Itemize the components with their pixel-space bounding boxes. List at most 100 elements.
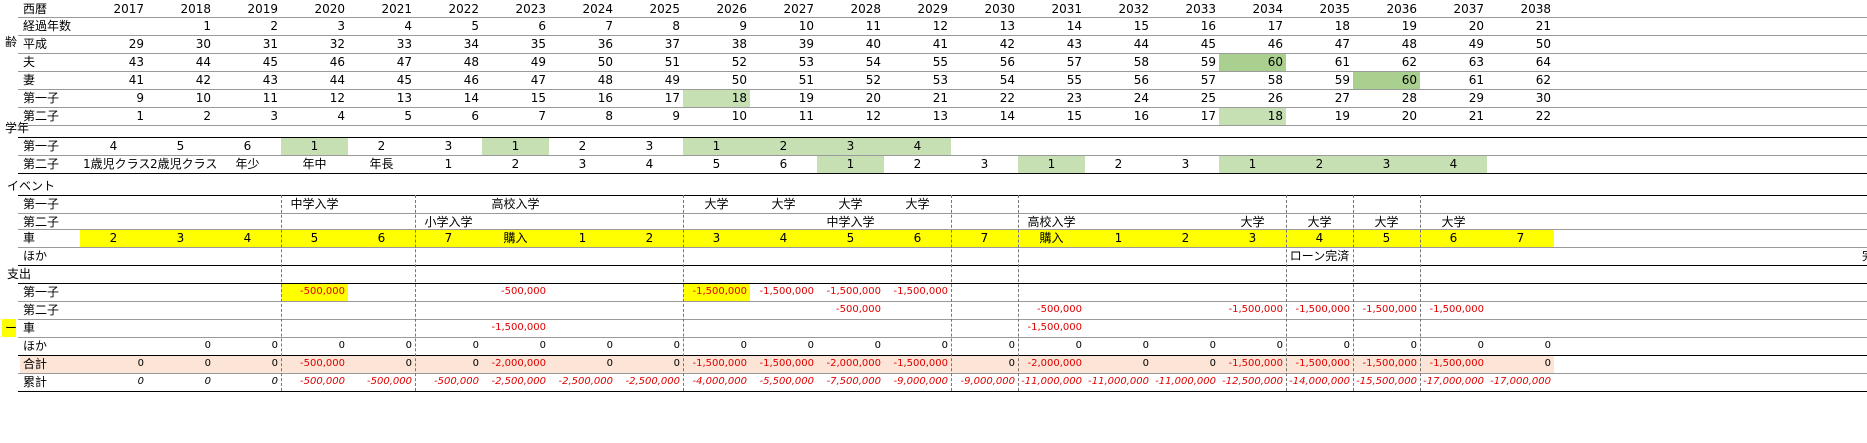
child1-grade-cell[interactable]	[1018, 137, 1085, 155]
year-cell[interactable]: 2031	[1018, 0, 1085, 18]
child2-grade-cell[interactable]: 3	[1152, 155, 1219, 173]
cumulative-expense-cell[interactable]: -17,000,000	[1420, 373, 1487, 391]
total-expense-cell[interactable]: 0	[616, 355, 683, 373]
child1-age-cell[interactable]: 15	[482, 89, 549, 107]
car-expense-cell[interactable]	[817, 319, 884, 337]
heisei-cell[interactable]: 29	[80, 35, 147, 53]
year-cell[interactable]: 2019	[214, 0, 281, 18]
cumulative-expense-cell[interactable]: -9,000,000	[884, 373, 951, 391]
elapsed-cell[interactable]: 15	[1085, 17, 1152, 35]
car-event-cell[interactable]: 2	[616, 229, 683, 247]
year-cell[interactable]: 2018	[147, 0, 214, 18]
car-expense-cell[interactable]	[80, 319, 147, 337]
heisei-cell[interactable]: 34	[415, 35, 482, 53]
other-expense-cell[interactable]: 0	[348, 337, 415, 355]
child1-grade-cell[interactable]: 2	[549, 137, 616, 155]
child1-event-cell[interactable]	[80, 195, 147, 213]
other-event-cell[interactable]	[1152, 247, 1219, 265]
other-event-cell[interactable]	[1353, 247, 1420, 265]
husband-age-cell[interactable]: 54	[817, 53, 884, 71]
child1-event-cell[interactable]	[1353, 195, 1420, 213]
child1-grade-cell[interactable]: 2	[750, 137, 817, 155]
cumulative-expense-cell[interactable]: -2,500,000	[482, 373, 549, 391]
cumulative-expense-cell[interactable]: -14,000,000	[1286, 373, 1353, 391]
child2-grade-cell[interactable]: 2	[482, 155, 549, 173]
elapsed-cell[interactable]: 21	[1487, 17, 1554, 35]
other-expense-cell[interactable]: 0	[884, 337, 951, 355]
child1-event-cell[interactable]	[1085, 195, 1152, 213]
child1-age-cell[interactable]: 19	[750, 89, 817, 107]
child2-age-cell[interactable]: 10	[683, 107, 750, 125]
child2-grade-cell[interactable]: 4	[1420, 155, 1487, 173]
wife-age-cell[interactable]: 47	[482, 71, 549, 89]
cumulative-expense-cell[interactable]: -5,500,000	[750, 373, 817, 391]
child2-expense-cell[interactable]	[884, 301, 951, 319]
other-event-cell[interactable]	[1219, 247, 1286, 265]
total-expense-cell[interactable]: -2,000,000	[817, 355, 884, 373]
wife-age-cell[interactable]: 55	[1018, 71, 1085, 89]
year-cell[interactable]: 2017	[80, 0, 147, 18]
other-event-cell[interactable]	[1420, 247, 1487, 265]
total-expense-cell[interactable]: 0	[1085, 355, 1152, 373]
child1-age-cell[interactable]: 10	[147, 89, 214, 107]
child2-age-cell[interactable]: 2	[147, 107, 214, 125]
other-expense-cell[interactable]	[80, 337, 147, 355]
cumulative-expense-cell[interactable]: -11,000,000	[1018, 373, 1085, 391]
child1-expense-cell[interactable]	[1219, 283, 1286, 301]
child1-event-cell[interactable]	[1152, 195, 1219, 213]
total-expense-cell[interactable]: -1,500,000	[1286, 355, 1353, 373]
child2-expense-cell[interactable]	[147, 301, 214, 319]
cumulative-expense-cell[interactable]: -4,000,000	[683, 373, 750, 391]
heisei-cell[interactable]: 50	[1487, 35, 1554, 53]
child1-grade-cell[interactable]: 5	[147, 137, 214, 155]
total-expense-cell[interactable]: 0	[80, 355, 147, 373]
child1-expense-cell[interactable]	[1353, 283, 1420, 301]
other-event-cell[interactable]	[1487, 247, 1554, 265]
child1-grade-cell[interactable]	[1286, 137, 1353, 155]
child1-expense-cell[interactable]	[214, 283, 281, 301]
child2-expense-cell[interactable]: -1,500,000	[1420, 301, 1487, 319]
child1-grade-cell[interactable]	[1152, 137, 1219, 155]
elapsed-cell[interactable]: 9	[683, 17, 750, 35]
car-event-cell[interactable]: 購入	[1018, 229, 1085, 247]
elapsed-cell[interactable]: 19	[1353, 17, 1420, 35]
child1-expense-cell[interactable]	[951, 283, 1018, 301]
other-expense-cell[interactable]: 0	[1018, 337, 1085, 355]
other-expense-cell[interactable]: 0	[147, 337, 214, 355]
child2-age-cell[interactable]: 11	[750, 107, 817, 125]
child1-age-cell[interactable]: 27	[1286, 89, 1353, 107]
car-event-cell[interactable]: 1	[1085, 229, 1152, 247]
child1-event-cell[interactable]	[951, 195, 1018, 213]
child1-expense-cell[interactable]	[80, 283, 147, 301]
total-expense-cell[interactable]: -500,000	[281, 355, 348, 373]
elapsed-cell[interactable]	[80, 17, 147, 35]
child1-grade-cell[interactable]	[1085, 137, 1152, 155]
total-expense-cell[interactable]: -1,500,000	[1353, 355, 1420, 373]
child1-grade-cell[interactable]	[951, 137, 1018, 155]
total-expense-cell[interactable]: -1,500,000	[1420, 355, 1487, 373]
elapsed-cell[interactable]: 10	[750, 17, 817, 35]
elapsed-cell[interactable]: 20	[1420, 17, 1487, 35]
husband-age-cell[interactable]: 61	[1286, 53, 1353, 71]
child1-expense-cell[interactable]: -1,500,000	[683, 283, 750, 301]
other-event-cell[interactable]	[348, 247, 415, 265]
child2-grade-cell[interactable]: 4	[616, 155, 683, 173]
child1-event-cell[interactable]	[549, 195, 616, 213]
child2-expense-cell[interactable]	[281, 301, 348, 319]
car-event-cell[interactable]: 6	[1420, 229, 1487, 247]
other-event-cell[interactable]	[214, 247, 281, 265]
other-expense-cell[interactable]: 0	[1487, 337, 1554, 355]
child2-expense-cell[interactable]: -1,500,000	[1353, 301, 1420, 319]
car-event-cell[interactable]: 4	[1286, 229, 1353, 247]
cumulative-expense-cell[interactable]: -17,000,000	[1487, 373, 1554, 391]
child2-age-cell[interactable]: 16	[1085, 107, 1152, 125]
car-event-cell[interactable]: 5	[281, 229, 348, 247]
other-event-cell[interactable]	[415, 247, 482, 265]
child2-grade-cell[interactable]: 年長	[348, 155, 415, 173]
car-event-cell[interactable]: 2	[80, 229, 147, 247]
car-event-cell[interactable]: 7	[415, 229, 482, 247]
husband-age-cell[interactable]: 46	[281, 53, 348, 71]
wife-age-cell[interactable]: 59	[1286, 71, 1353, 89]
child2-expense-cell[interactable]: -500,000	[1018, 301, 1085, 319]
child2-expense-cell[interactable]	[415, 301, 482, 319]
